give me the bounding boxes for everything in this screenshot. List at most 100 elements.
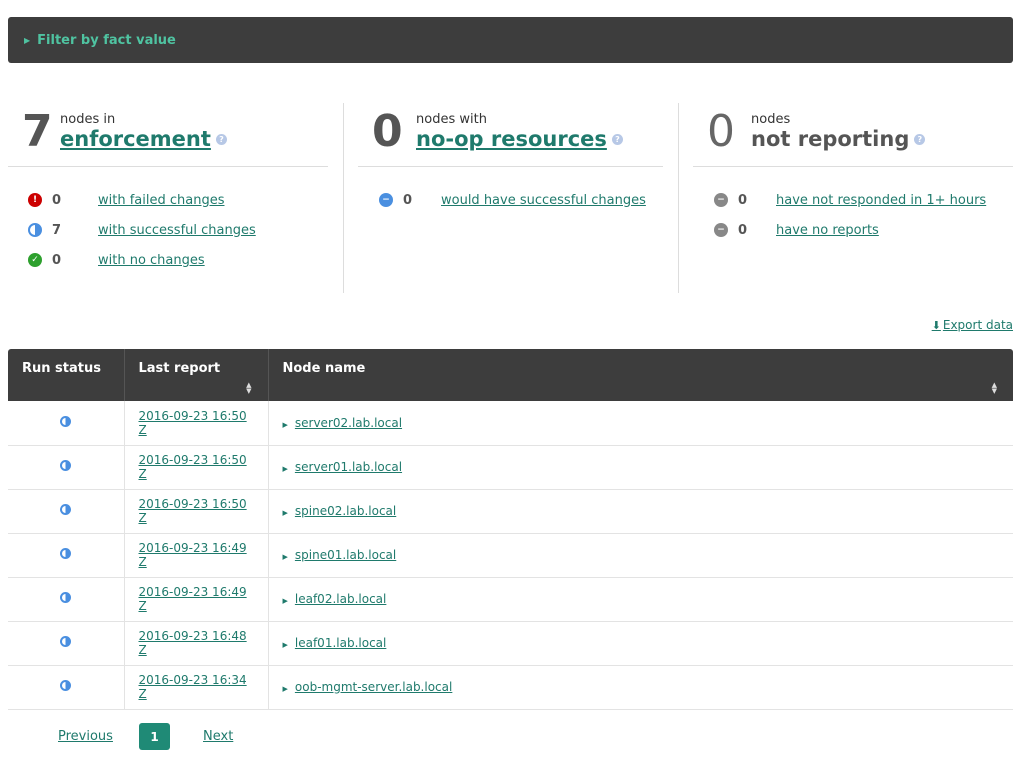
not-reporting-count: 0: [707, 106, 735, 157]
table-header-row: Run status Last report ▲ ▼ Node name ▲ ▼: [8, 349, 1013, 401]
report-link[interactable]: 2016-09-23 16:34 Z: [139, 673, 247, 701]
report-link[interactable]: 2016-09-23 16:50 Z: [139, 453, 247, 481]
successful-count: 7: [52, 222, 62, 238]
run-status-cell: [8, 489, 125, 534]
noop-row-count: 0: [403, 192, 413, 208]
changed-status-icon[interactable]: [60, 680, 72, 691]
help-icon[interactable]: ?: [914, 133, 926, 145]
failed-icon: !: [28, 193, 42, 207]
node-name-cell: ▶ spine01.lab.local: [268, 533, 1013, 578]
table-row: 2016-09-23 16:49 Z ▶ leaf02.lab.local: [8, 577, 1013, 622]
noop-panel: 0 nodes with no-op resources? − 0 would …: [358, 100, 663, 293]
not-reporting-panel: 0 nodes not reporting? − 0 have not resp…: [693, 100, 1013, 293]
failed-count: 0: [52, 192, 62, 208]
divider: [343, 103, 344, 293]
enforcement-title-link[interactable]: enforcement?: [60, 127, 227, 151]
help-icon[interactable]: ?: [611, 133, 623, 145]
sort-icon[interactable]: ▲ ▼: [246, 382, 251, 395]
last-report-cell: 2016-09-23 16:48 Z: [124, 621, 269, 666]
no-changes-link[interactable]: with no changes: [98, 253, 205, 268]
report-link[interactable]: 2016-09-23 16:49 Z: [139, 541, 247, 569]
last-report-cell: 2016-09-23 16:49 Z: [124, 577, 269, 622]
expand-caret-icon[interactable]: ▶: [283, 465, 288, 473]
check-icon: ✓: [28, 253, 42, 267]
changed-status-icon[interactable]: [60, 548, 72, 559]
report-link[interactable]: 2016-09-23 16:49 Z: [139, 585, 247, 613]
filter-label: Filter by fact value: [37, 32, 176, 48]
table-row: 2016-09-23 16:50 Z ▶ server01.lab.local: [8, 445, 1013, 490]
noop-title: no-op resources: [416, 127, 607, 151]
previous-page-link[interactable]: Previous: [58, 729, 113, 744]
next-page-link[interactable]: Next: [203, 729, 233, 744]
no-reports-link[interactable]: have no reports: [776, 223, 879, 238]
export-data-link[interactable]: ⬇ Export data: [932, 318, 1013, 332]
node-link[interactable]: leaf01.lab.local: [295, 636, 386, 650]
table-row: 2016-09-23 16:50 Z ▶ server02.lab.local: [8, 401, 1013, 446]
gray-minus-icon: −: [714, 193, 728, 207]
nodes-table: Run status Last report ▲ ▼ Node name ▲ ▼ 201…: [8, 349, 1013, 710]
expand-caret-icon[interactable]: ▶: [283, 641, 288, 649]
table-row: 2016-09-23 16:34 Z ▶ oob-mgmt-server.lab.l…: [8, 665, 1013, 710]
enforcement-caption: nodes in: [60, 112, 116, 127]
node-link[interactable]: leaf02.lab.local: [295, 592, 386, 606]
noop-title-link[interactable]: no-op resources?: [416, 127, 623, 151]
changed-icon: [28, 223, 42, 237]
node-name-cell: ▶ server02.lab.local: [268, 401, 1013, 446]
sort-icon[interactable]: ▲ ▼: [992, 382, 997, 395]
node-name-cell: ▶ server01.lab.local: [268, 445, 1013, 490]
noop-caption: nodes with: [416, 112, 487, 127]
enforcement-panel: 7 nodes in enforcement? ! 0 with failed …: [8, 100, 328, 293]
node-link[interactable]: spine02.lab.local: [295, 504, 396, 518]
run-status-cell: [8, 445, 125, 490]
run-status-cell: [8, 621, 125, 666]
changed-status-icon[interactable]: [60, 460, 72, 471]
node-link[interactable]: server01.lab.local: [295, 460, 402, 474]
expand-caret-icon[interactable]: ▶: [283, 421, 288, 429]
node-name-header[interactable]: Node name ▲ ▼: [268, 349, 1013, 401]
run-status-cell: [8, 533, 125, 578]
divider: [678, 103, 679, 293]
changed-status-icon[interactable]: [60, 504, 72, 515]
last-report-cell: 2016-09-23 16:49 Z: [124, 533, 269, 578]
run-status-cell: [8, 665, 125, 710]
not-reporting-caption: nodes: [751, 112, 791, 127]
noop-minus-icon: −: [379, 193, 393, 207]
caret-right-icon: ▶: [24, 35, 31, 45]
report-link[interactable]: 2016-09-23 16:50 Z: [139, 497, 247, 525]
table-row: 2016-09-23 16:48 Z ▶ leaf01.lab.local: [8, 621, 1013, 666]
node-name-cell: ▶ leaf02.lab.local: [268, 577, 1013, 622]
pagination: Previous 1 Next: [0, 723, 400, 750]
last-report-cell: 2016-09-23 16:34 Z: [124, 665, 269, 710]
gray-minus-icon: −: [714, 223, 728, 237]
last-report-cell: 2016-09-23 16:50 Z: [124, 445, 269, 490]
not-responded-link[interactable]: have not responded in 1+ hours: [776, 193, 986, 208]
failed-changes-link[interactable]: with failed changes: [98, 193, 224, 208]
node-link[interactable]: server02.lab.local: [295, 416, 402, 430]
enforcement-count: 7: [22, 106, 53, 157]
filter-by-fact-toggle[interactable]: ▶ Filter by fact value: [8, 17, 1013, 63]
changed-status-icon[interactable]: [60, 636, 72, 647]
changed-status-icon[interactable]: [60, 415, 72, 427]
last-report-cell: 2016-09-23 16:50 Z: [124, 401, 269, 446]
table-row: 2016-09-23 16:50 Z ▶ spine02.lab.local: [8, 489, 1013, 534]
run-status-cell: [8, 401, 125, 446]
successful-changes-link[interactable]: with successful changes: [98, 223, 256, 238]
expand-caret-icon[interactable]: ▶: [283, 685, 288, 693]
current-page-button[interactable]: 1: [139, 723, 170, 750]
node-link[interactable]: spine01.lab.local: [295, 548, 396, 562]
expand-caret-icon[interactable]: ▶: [283, 597, 288, 605]
last-report-cell: 2016-09-23 16:50 Z: [124, 489, 269, 534]
last-report-header[interactable]: Last report ▲ ▼: [124, 349, 269, 401]
run-status-header: Run status: [8, 349, 125, 401]
expand-caret-icon[interactable]: ▶: [283, 509, 288, 517]
help-icon[interactable]: ?: [215, 133, 227, 145]
report-link[interactable]: 2016-09-23 16:48 Z: [139, 629, 247, 657]
download-icon: ⬇: [931, 319, 941, 332]
report-link[interactable]: 2016-09-23 16:50 Z: [139, 409, 247, 437]
not-reporting-title: not reporting?: [751, 127, 926, 151]
no-reports-count: 0: [738, 222, 748, 238]
expand-caret-icon[interactable]: ▶: [283, 553, 288, 561]
changed-status-icon[interactable]: [60, 592, 72, 603]
would-have-successful-link[interactable]: would have successful changes: [441, 193, 646, 208]
node-link[interactable]: oob-mgmt-server.lab.local: [295, 680, 452, 694]
